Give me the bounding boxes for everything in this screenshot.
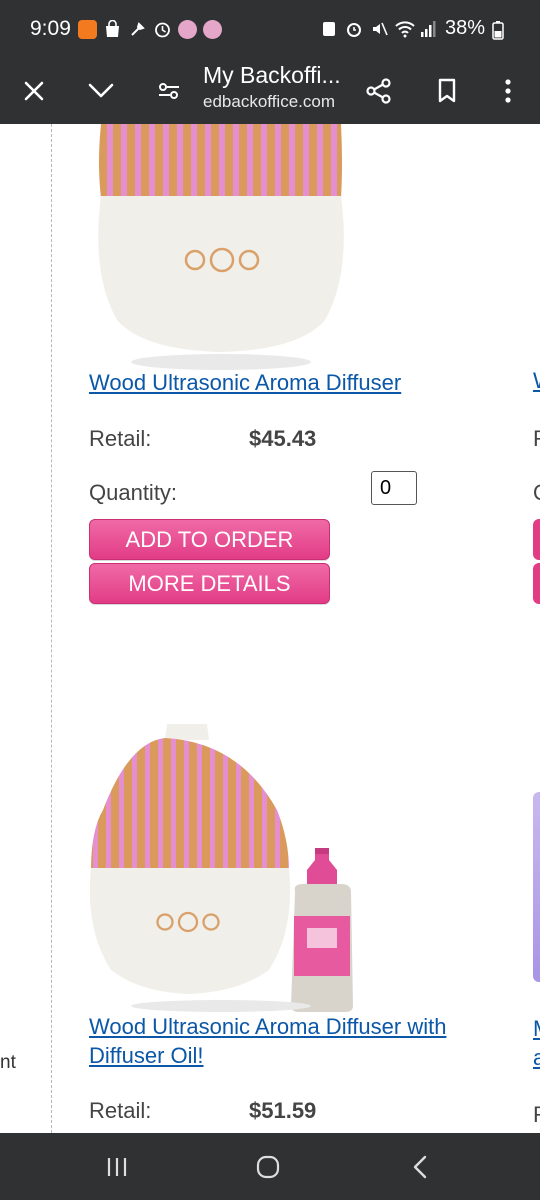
- recents-button[interactable]: [97, 1151, 137, 1183]
- product-title-link[interactable]: Wood Ultrasonic Aroma Diffuser: [89, 368, 509, 397]
- next-product-title-link[interactable]: M: [533, 1016, 540, 1046]
- quantity-input[interactable]: [371, 471, 417, 505]
- game-app-icon-2: [203, 20, 222, 39]
- recents-icon: [107, 1158, 127, 1176]
- site-settings-button[interactable]: [146, 68, 192, 114]
- retail-label: Retail:: [89, 1098, 152, 1123]
- status-time: 9:09: [30, 17, 71, 40]
- home-icon: [256, 1155, 280, 1179]
- alarm-app-icon: [153, 20, 172, 39]
- add-to-order-button[interactable]: ADD TO ORDER: [89, 519, 330, 560]
- next-retail-label: R: [533, 1102, 540, 1132]
- wifi-icon: [395, 20, 415, 38]
- battery-icon: [492, 20, 510, 40]
- retail-price: $51.59: [249, 1098, 317, 1123]
- minimize-button[interactable]: [78, 68, 124, 114]
- left-column-text: nt: [0, 1052, 16, 1073]
- next-add-to-order-button[interactable]: [533, 519, 540, 560]
- tools-icon: [128, 20, 147, 39]
- system-status: 38%: [320, 17, 510, 40]
- status-bar: 9:09 38%: [0, 0, 540, 58]
- share-icon: [366, 78, 391, 104]
- next-product-image[interactable]: [533, 792, 540, 982]
- retail-price: $45.43: [249, 426, 317, 451]
- more-vert-icon: [505, 79, 511, 103]
- back-button[interactable]: [400, 1151, 440, 1183]
- next-product-title-link-line2[interactable]: a: [533, 1045, 540, 1075]
- custom-tab-toolbar: My Backoffi... edbackoffice.com: [0, 58, 540, 124]
- column-divider: [51, 124, 52, 1133]
- mute-icon: [370, 20, 388, 38]
- navigation-bar: [0, 1133, 540, 1200]
- page-domain: edbackoffice.com: [203, 92, 335, 111]
- home-button[interactable]: [248, 1151, 288, 1183]
- next-product-title-link[interactable]: W: [533, 368, 540, 398]
- temu-app-icon: [78, 20, 97, 39]
- signal-icon: [420, 20, 438, 38]
- chevron-down-icon: [88, 83, 114, 98]
- more-options-button[interactable]: [485, 68, 531, 114]
- bookmark-icon: [438, 78, 456, 103]
- page-title: My Backoffi...: [203, 62, 341, 88]
- alarm-icon: [345, 20, 363, 38]
- notification-icons: [78, 19, 222, 39]
- product-title-link[interactable]: Wood Ultrasonic Aroma Diffuser with Diff…: [89, 1012, 509, 1070]
- next-more-details-button[interactable]: [533, 563, 540, 604]
- product-image[interactable]: [89, 124, 349, 375]
- tune-icon: [159, 83, 179, 99]
- quantity-label: Quantity:: [89, 480, 178, 505]
- next-quantity-label: Q: [533, 480, 540, 510]
- more-details-button[interactable]: MORE DETAILS: [89, 563, 330, 604]
- retail-label: Retail:: [89, 426, 152, 451]
- bookmark-button[interactable]: [424, 68, 470, 114]
- product-image[interactable]: [89, 720, 369, 1021]
- nfc-icon: [320, 20, 338, 38]
- game-app-icon: [178, 20, 197, 39]
- back-icon: [413, 1155, 427, 1179]
- next-retail-label: R: [533, 426, 540, 456]
- close-button[interactable]: [11, 68, 57, 114]
- share-button[interactable]: [356, 68, 402, 114]
- shopping-bag-icon: [103, 19, 122, 39]
- battery-percent: 38%: [444, 17, 485, 39]
- close-icon: [24, 81, 44, 101]
- page-content[interactable]: nt Wood Ultrasonic Aroma Diffuser Retail…: [0, 124, 540, 1133]
